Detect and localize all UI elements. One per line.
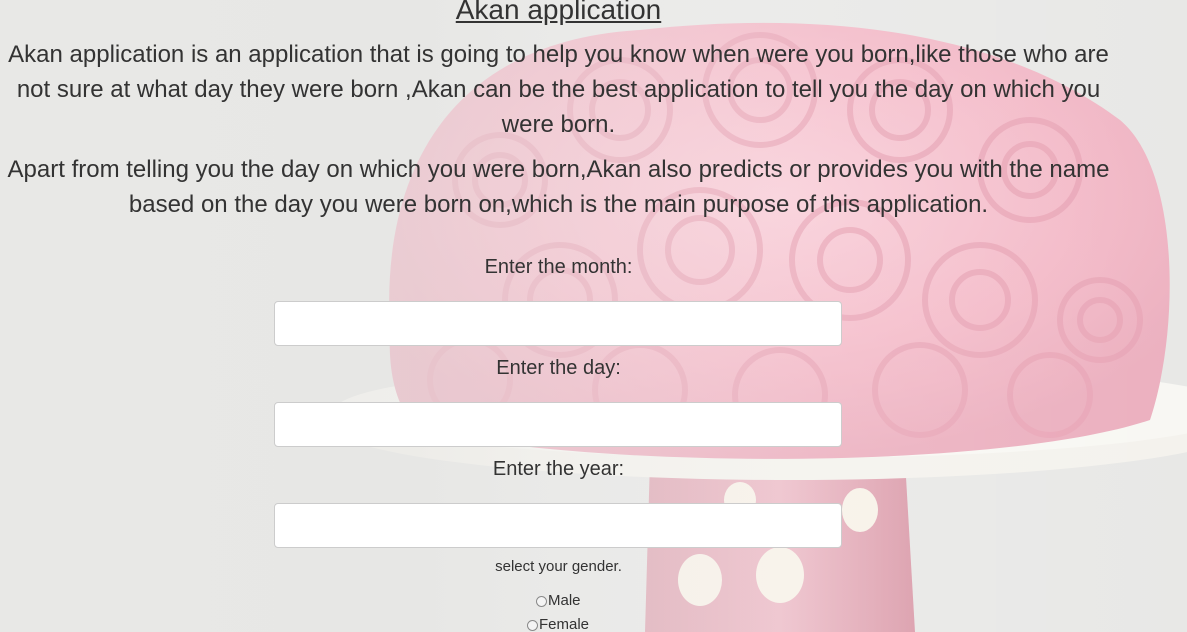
year-label: Enter the year: [492, 458, 625, 480]
gender-option-female[interactable]: Female [527, 616, 589, 632]
main-content: Akan application Akan application is an … [0, 0, 1187, 632]
gender-label: select your gender. [495, 558, 622, 575]
male-radio[interactable] [536, 595, 547, 607]
male-radio-label: Male [548, 592, 581, 609]
year-input[interactable] [274, 503, 842, 548]
month-input[interactable] [274, 301, 842, 346]
intro-paragraph: Akan application is an application that … [8, 41, 1109, 138]
gender-option-male[interactable]: Male [536, 592, 581, 610]
day-label: Enter the day: [496, 357, 621, 379]
day-input[interactable] [274, 402, 842, 447]
purpose-paragraph: Apart from telling you the day on which … [7, 156, 1110, 218]
page-title: Akan application [455, 0, 662, 25]
month-label: Enter the month: [484, 256, 633, 278]
female-radio-label: Female [539, 616, 590, 632]
female-radio[interactable] [527, 619, 538, 631]
